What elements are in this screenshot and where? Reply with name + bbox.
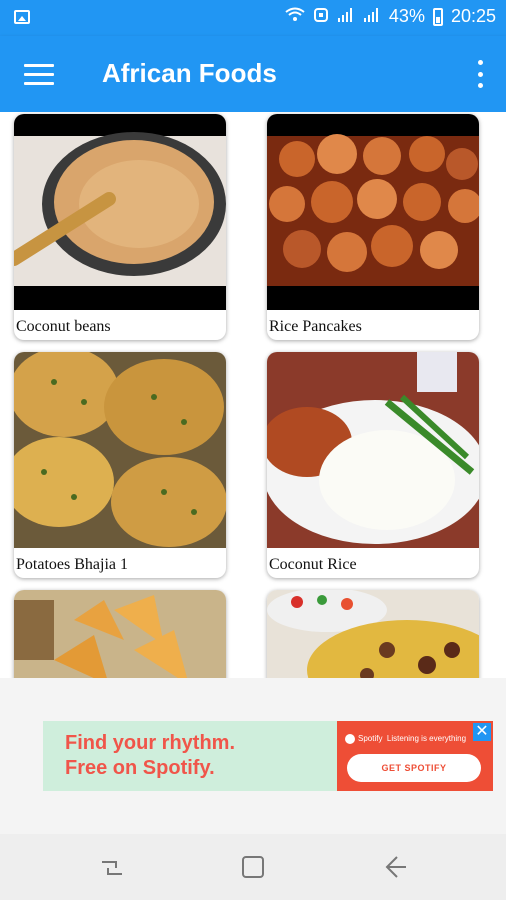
recipe-image <box>14 352 226 548</box>
hotspot-icon <box>313 7 329 27</box>
ad-panel: Spotify Listening is everything GET SPOT… <box>337 721 493 791</box>
recipe-image <box>14 590 226 678</box>
recipe-title: Rice Pancakes <box>269 318 362 335</box>
close-icon[interactable]: ✕ <box>473 723 491 741</box>
recipe-title: Coconut Rice <box>269 556 357 573</box>
recipe-image <box>14 114 226 310</box>
recipe-image <box>267 352 479 548</box>
recipe-title: Coconut beans <box>16 318 111 335</box>
more-vert-icon[interactable] <box>476 60 484 88</box>
app-bar: African Foods <box>0 36 506 112</box>
recipe-title: Potatoes Bhajia 1 <box>16 556 128 573</box>
signal-icon <box>363 7 381 27</box>
clock: 20:25 <box>450 6 496 26</box>
recipe-card-coconut-rice[interactable]: Coconut Rice <box>267 352 479 578</box>
status-icons: 43% 20:25 <box>285 6 496 27</box>
ad-tagline: Listening is everything <box>386 734 467 744</box>
recipe-card-rice-pancakes[interactable]: Rice Pancakes <box>267 114 479 340</box>
ad-headline: Find your rhythm. Free on Spotify. <box>65 731 235 781</box>
recipe-image <box>267 590 479 678</box>
back-icon[interactable] <box>382 854 408 880</box>
home-icon[interactable] <box>242 856 264 878</box>
ad-headline-line2: Free on Spotify. <box>65 757 215 779</box>
battery-percent: 43% <box>388 6 425 26</box>
recipe-card[interactable] <box>267 590 479 678</box>
recent-apps-icon[interactable] <box>100 858 124 878</box>
spotify-logo-icon <box>345 734 355 744</box>
recipe-image <box>267 114 479 310</box>
status-bar: 43% 20:25 <box>0 0 506 36</box>
recipe-grid: Coconut beans Rice Pancakes Potatoes Bha… <box>0 112 506 678</box>
ad-area: Find your rhythm. Free on Spotify. Spoti… <box>0 678 506 834</box>
hamburger-menu-icon[interactable] <box>24 64 54 86</box>
gallery-icon <box>14 10 30 24</box>
nav-bar <box>0 834 506 900</box>
ad-headline-line1: Find your rhythm. <box>65 732 235 754</box>
spotify-ad-banner[interactable]: Find your rhythm. Free on Spotify. Spoti… <box>43 721 493 791</box>
ad-brand-name: Spotify <box>358 734 383 744</box>
get-spotify-button[interactable]: GET SPOTIFY <box>347 754 481 782</box>
page-title: African Foods <box>102 58 277 88</box>
recipe-card-coconut-beans[interactable]: Coconut beans <box>14 114 226 340</box>
recipe-card-potatoes-bhajia[interactable]: Potatoes Bhajia 1 <box>14 352 226 578</box>
recipe-card[interactable] <box>14 590 226 678</box>
wifi-icon <box>285 7 305 27</box>
signal-icon <box>337 7 355 27</box>
battery-icon <box>432 7 443 26</box>
ad-brand: Spotify Listening is everything <box>345 734 466 744</box>
